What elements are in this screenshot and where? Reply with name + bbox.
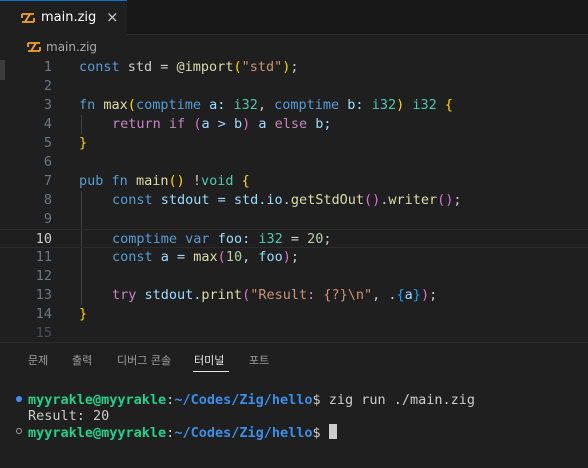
panel-tab-bar: 문제 출력 디버그 콘솔 터미널 포트: [0, 343, 588, 378]
tab-debug-console[interactable]: 디버그 콘솔: [117, 352, 171, 368]
tab-problems[interactable]: 문제: [28, 352, 48, 368]
code-text: try stdout.print("Result: {?}\n", .{a});: [112, 287, 438, 303]
line-number: 13: [35, 287, 52, 303]
code-text: const stdout = std.io.getStdOut().writer…: [112, 192, 462, 208]
code-editor[interactable]: 1 const std = @import("std"); 2 3 fn max…: [0, 58, 588, 342]
code-line: 2: [0, 77, 588, 96]
code-text: pub fn main() !void {: [79, 173, 250, 189]
line-number: 3: [43, 97, 52, 113]
code-line: 6: [0, 153, 588, 172]
terminal-prompt: myyrakle@myyrakle:~/Codes/Zig/hello$: [28, 424, 337, 441]
code-line: 4 return if (a > b) a else b;: [0, 115, 588, 134]
line-number: 7: [43, 173, 52, 189]
code-text: return if (a > b) a else b;: [112, 116, 332, 132]
command-pending-icon[interactable]: [16, 428, 22, 434]
code-text: fn max(comptime a: i32, comptime b: i32)…: [79, 97, 454, 113]
tab-ports[interactable]: 포트: [249, 352, 269, 368]
code-line: 13 try stdout.print("Result: {?}\n", .{a…: [0, 286, 588, 305]
code-line: 11 const a = max(10, foo);: [0, 248, 588, 267]
code-text: const a = max(10, foo);: [112, 249, 299, 265]
line-number: 4: [43, 116, 52, 132]
code-line: 1 const std = @import("std");: [0, 58, 588, 77]
command-success-icon[interactable]: [16, 396, 22, 402]
zig-icon: [27, 42, 41, 52]
line-number: 15: [35, 325, 52, 341]
code-text: }: [79, 306, 88, 322]
line-number: 5: [43, 135, 52, 151]
tab-label: main.zig: [41, 10, 97, 25]
tab-main-zig[interactable]: main.zig ×: [0, 0, 127, 35]
breadcrumb-filename[interactable]: main.zig: [46, 40, 97, 54]
terminal-output: Result: 20: [28, 408, 110, 424]
zig-icon: [21, 13, 35, 23]
code-line: 8 const stdout = std.io.getStdOut().writ…: [0, 191, 588, 210]
code-line: 7 pub fn main() !void {: [0, 172, 588, 191]
code-line: 9: [0, 210, 588, 229]
line-number: 14: [35, 306, 52, 322]
line-number: 8: [43, 192, 52, 208]
code-text: const std = @import("std");: [79, 59, 299, 75]
close-icon[interactable]: ×: [106, 8, 119, 26]
code-line-current: 10 comptime var foo: i32 = 20;: [0, 229, 588, 248]
tab-terminal[interactable]: 터미널: [194, 352, 224, 368]
line-number: 10: [35, 231, 52, 247]
line-number: 1: [43, 59, 52, 75]
line-number: 6: [43, 154, 52, 170]
terminal-cursor: [328, 424, 337, 439]
terminal-line: myyrakle@myyrakle:~/Codes/Zig/hello$ zig…: [28, 392, 476, 408]
editor-tab-bar: main.zig ×: [0, 0, 588, 35]
line-number: 12: [35, 268, 52, 284]
code-line: 14 }: [0, 305, 588, 324]
line-number: 11: [35, 249, 52, 265]
code-line: 5 }: [0, 134, 588, 153]
line-number: 2: [43, 78, 52, 94]
code-line: 12: [0, 267, 588, 286]
code-line: 3 fn max(comptime a: i32, comptime b: i3…: [0, 96, 588, 115]
code-line: 15: [0, 324, 588, 342]
code-text: }: [79, 135, 88, 151]
active-tab-indicator: [193, 371, 229, 372]
line-number: 9: [43, 211, 52, 227]
code-text: comptime var foo: i32 = 20;: [112, 231, 332, 247]
tab-output[interactable]: 출력: [72, 352, 92, 368]
